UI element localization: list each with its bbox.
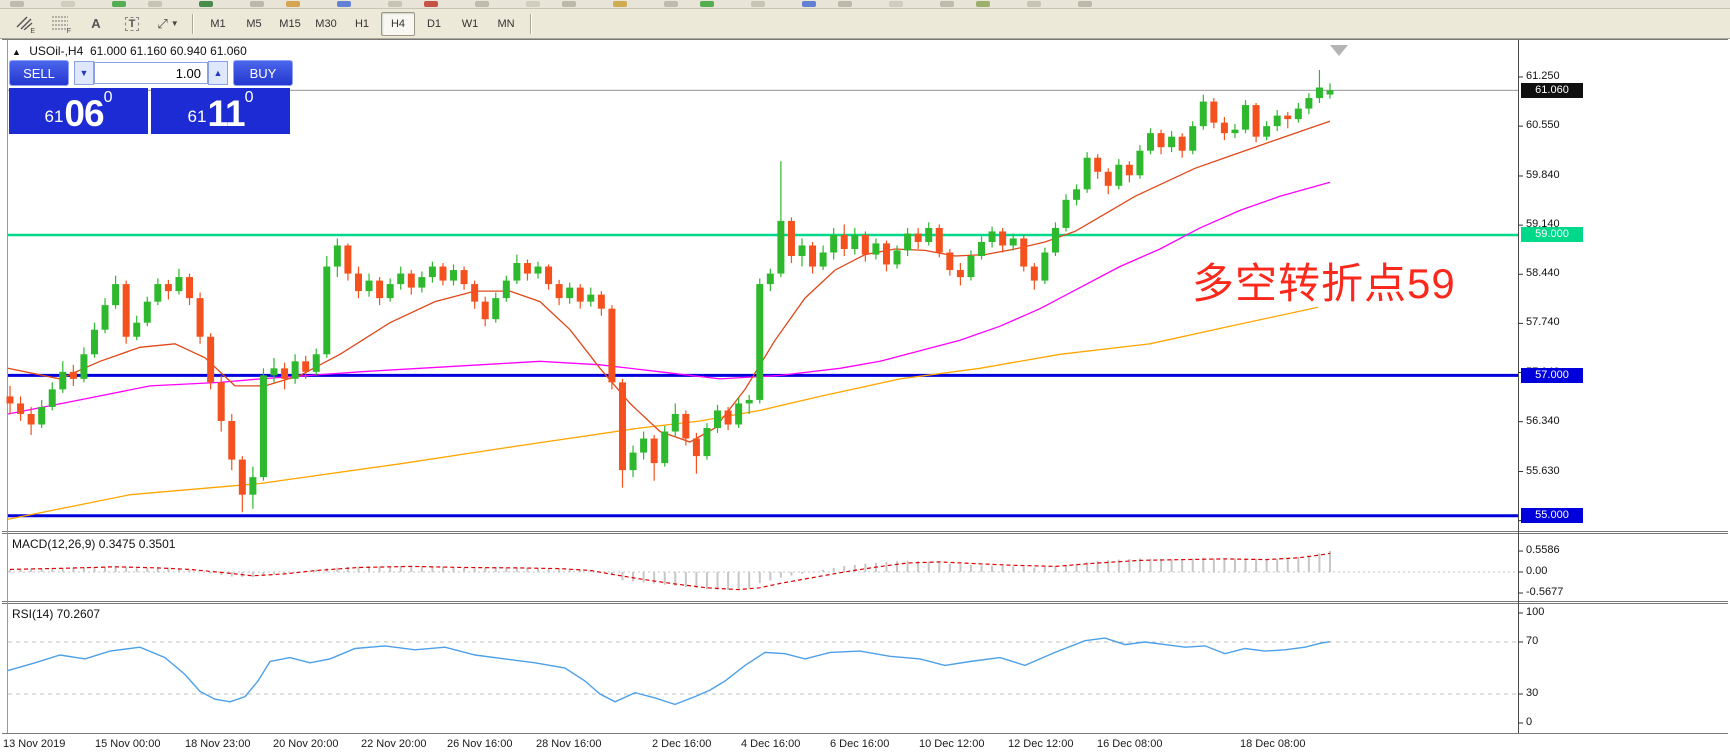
- time-tick-label: 22 Nov 20:00: [361, 738, 427, 750]
- buy-button[interactable]: BUY: [233, 60, 293, 86]
- price-tick-label: 59.840: [1526, 168, 1560, 181]
- price-tick-label: 61.250: [1526, 70, 1560, 82]
- chart-symbol-header: ▲ USOil-,H4 61.000 61.160 60.940 61.060: [12, 44, 247, 58]
- time-tick-label: 13 Nov 2019: [3, 738, 66, 750]
- buy-price-small: 61: [187, 107, 207, 126]
- rsi-tick-label: 30: [1526, 687, 1539, 699]
- rsi-tick-label: 0: [1526, 716, 1533, 728]
- symbol-ohlc: 61.000 61.160 60.940 61.060: [89, 44, 247, 58]
- time-tick-label: 26 Nov 16:00: [447, 738, 513, 750]
- macd-tick-label: 0.5586: [1526, 544, 1560, 557]
- buy-price-display[interactable]: 61 11 0: [151, 88, 290, 134]
- sell-price-display[interactable]: 61 06 0: [9, 88, 148, 134]
- time-tick-label: 12 Dec 12:00: [1008, 738, 1074, 750]
- volume-increase-button[interactable]: ▲: [208, 61, 228, 85]
- macd-tick-label: -0.5677: [1526, 586, 1564, 598]
- rsi-indicator-label: RSI(14) 70.2607: [12, 607, 101, 621]
- one-click-trading-panel: SELL ▼ ▲ BUY 61 06 0 61 11 0: [9, 60, 293, 134]
- buy-price-big: 11: [207, 93, 245, 134]
- time-tick-label: 18 Nov 23:00: [185, 738, 251, 750]
- symbol-marker-icon: ▲: [12, 47, 21, 57]
- price-badge: 61.060: [1521, 82, 1583, 98]
- sell-price-sup: 0: [103, 89, 113, 106]
- scroll-end-marker-icon[interactable]: [1330, 45, 1348, 56]
- rsi-tick-label: 70: [1526, 635, 1539, 647]
- time-tick-label: 15 Nov 00:00: [95, 738, 161, 750]
- chart-annotation-text: 多空转折点59: [1192, 260, 1456, 307]
- time-tick-label: 18 Dec 08:00: [1240, 738, 1306, 750]
- time-tick-label: 10 Dec 12:00: [919, 738, 985, 750]
- time-tick-label: 28 Nov 16:00: [536, 738, 602, 750]
- macd-tick-label: 0.00: [1526, 565, 1548, 577]
- price-tick-label: 55.630: [1526, 464, 1560, 477]
- symbol-name: USOil-,H4: [29, 44, 84, 58]
- buy-price-sup: 0: [244, 89, 254, 106]
- price-tick-label: 57.740: [1526, 316, 1560, 329]
- time-tick-label: 16 Dec 08:00: [1097, 738, 1163, 750]
- price-badge: 55.000: [1521, 508, 1583, 524]
- rsi-tick-label: 100: [1526, 606, 1545, 618]
- time-tick-label: 6 Dec 16:00: [830, 738, 890, 750]
- volume-decrease-button[interactable]: ▼: [74, 61, 94, 85]
- macd-indicator-label: MACD(12,26,9) 0.3475 0.3501: [12, 537, 176, 551]
- sell-price-small: 61: [44, 107, 64, 126]
- price-badge: 59.000: [1521, 227, 1583, 243]
- price-tick-label: 58.440: [1526, 267, 1560, 280]
- sell-button[interactable]: SELL: [9, 60, 69, 86]
- time-tick-label: 2 Dec 16:00: [652, 738, 712, 750]
- time-tick-label: 20 Nov 20:00: [273, 738, 339, 750]
- volume-input[interactable]: [94, 62, 208, 84]
- price-badge: 57.000: [1521, 367, 1583, 383]
- price-tick-label: 60.550: [1526, 119, 1560, 132]
- sell-price-big: 06: [64, 93, 104, 134]
- time-tick-label: 4 Dec 16:00: [741, 738, 801, 750]
- price-tick-label: 56.340: [1526, 414, 1560, 427]
